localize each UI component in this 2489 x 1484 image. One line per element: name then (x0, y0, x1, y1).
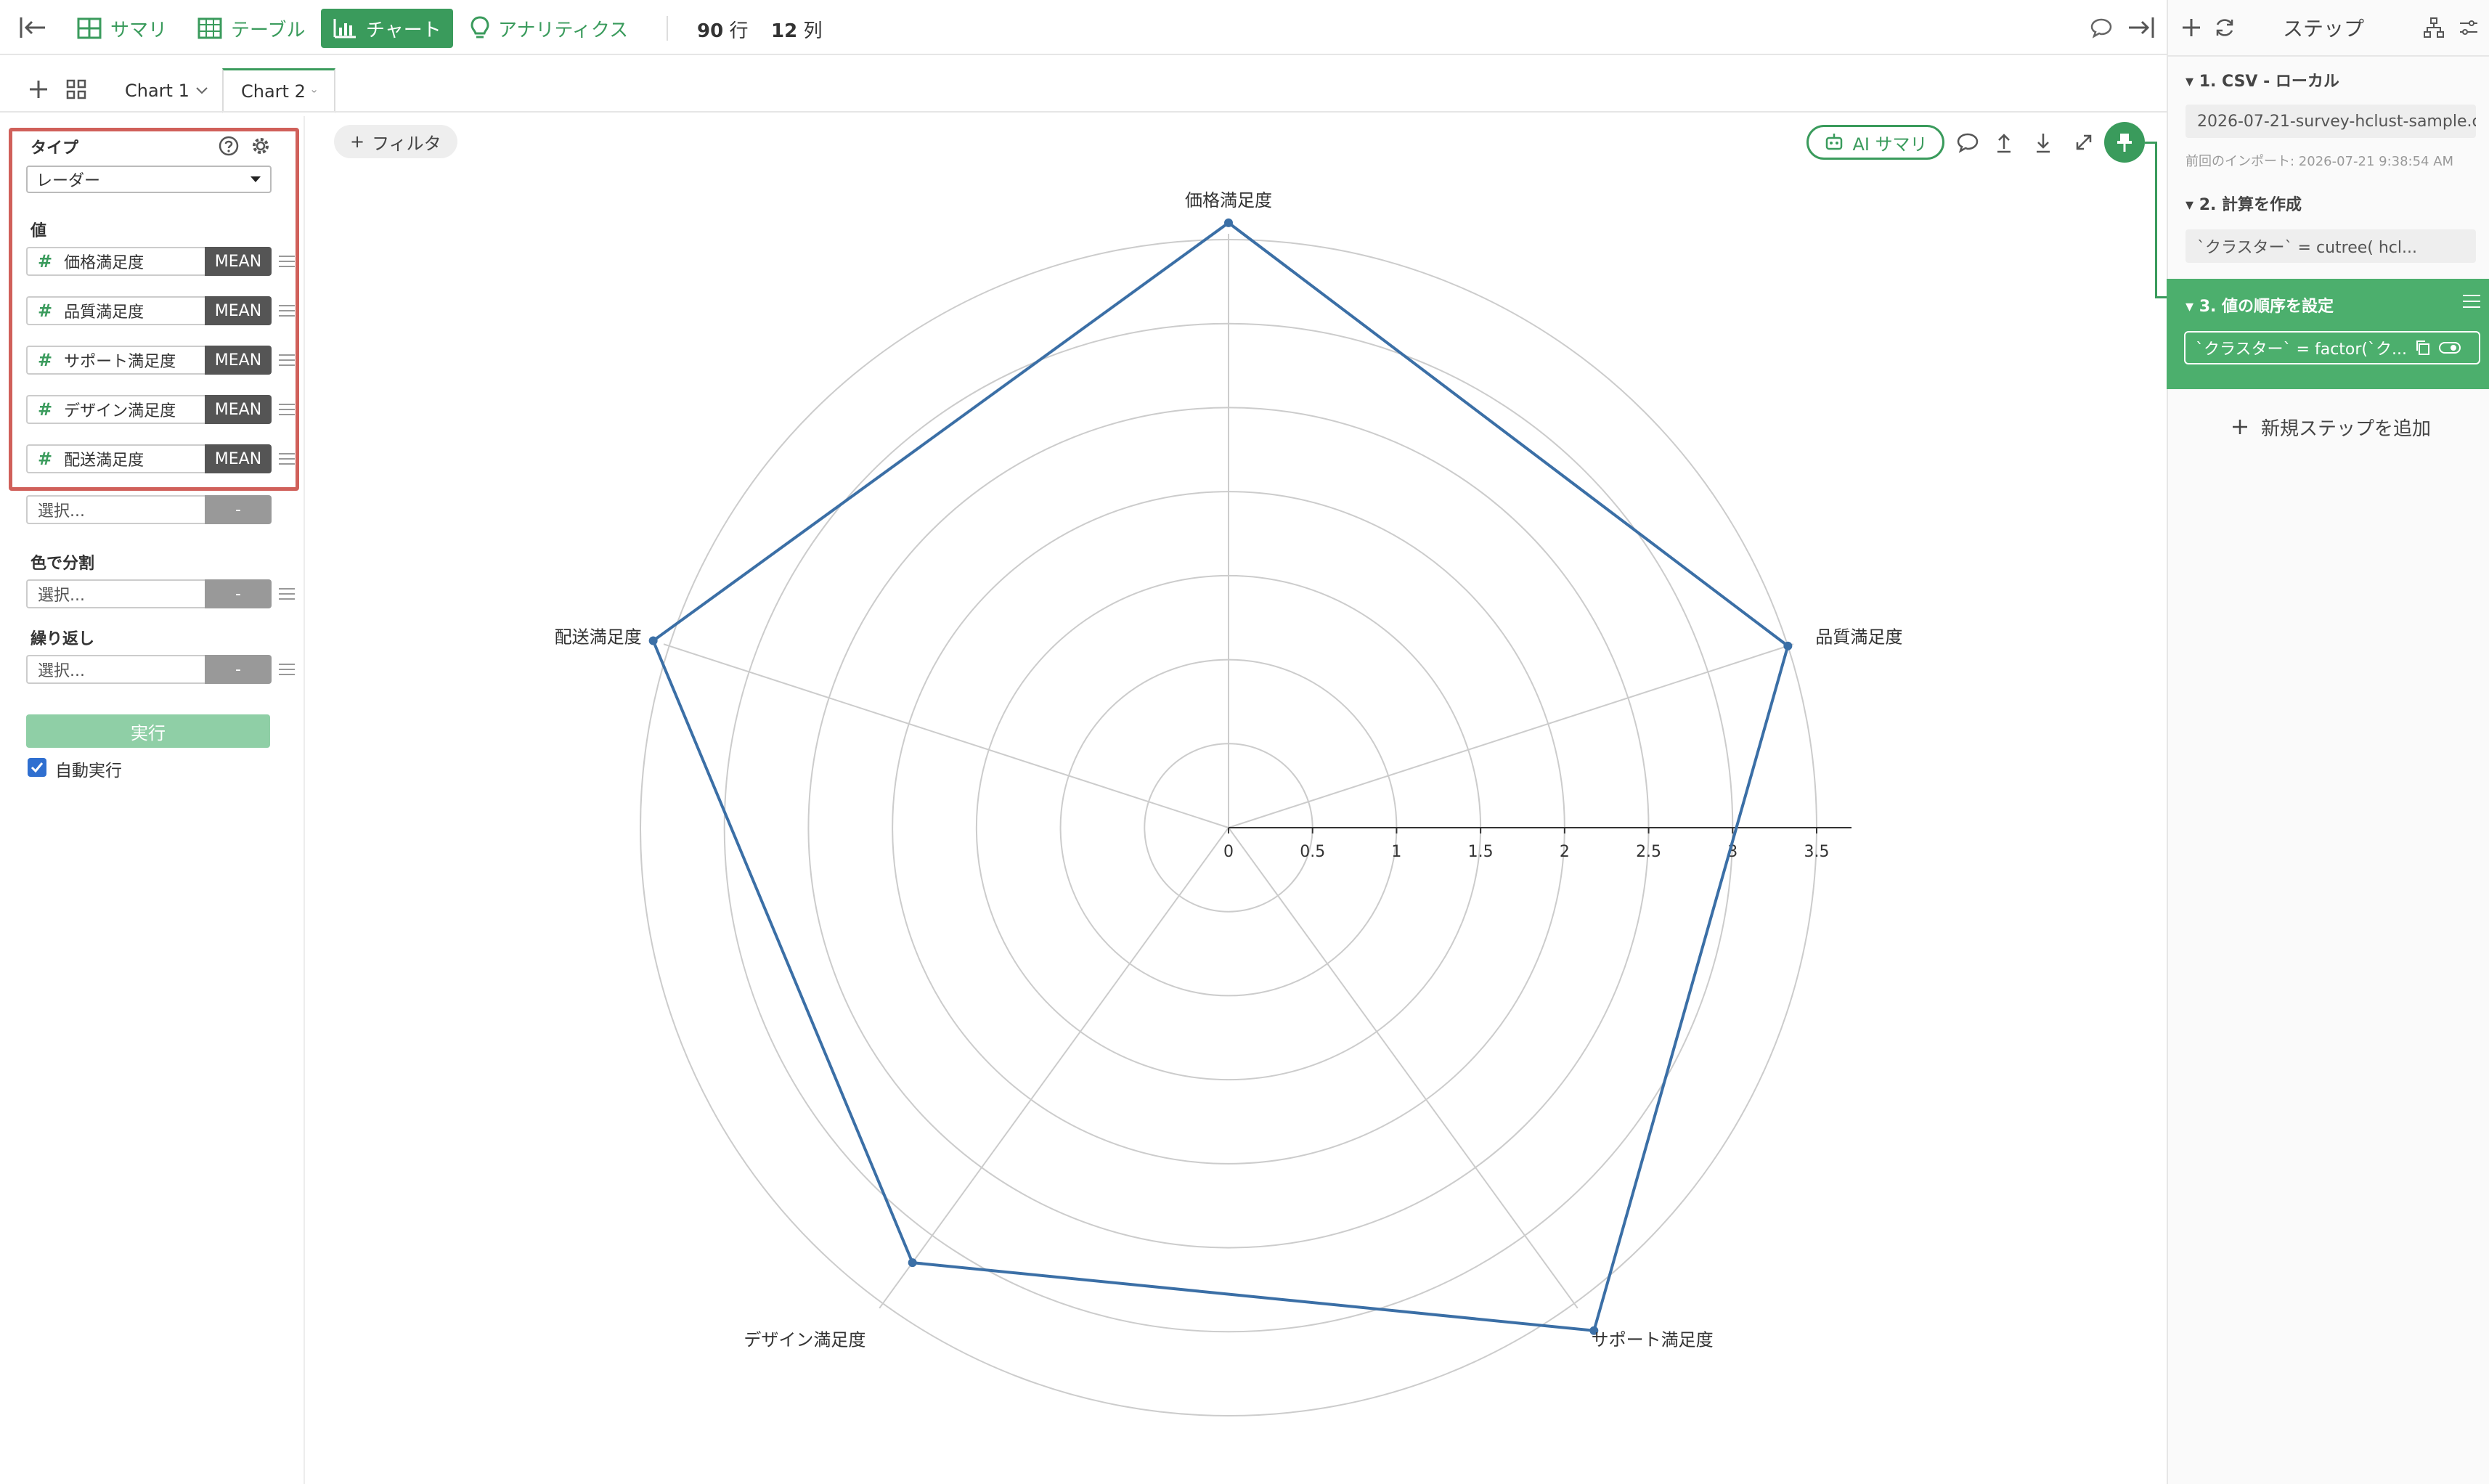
step-menu-icon[interactable] (2463, 295, 2480, 308)
radial-tick-label: 1 (1391, 843, 1401, 861)
toggle-icon[interactable] (2438, 340, 2461, 356)
axis-spoke (879, 827, 1229, 1309)
add-step-label: 新規ステップを追加 (2261, 417, 2432, 440)
add-step-button[interactable]: 新規ステップを追加 (2231, 412, 2431, 441)
add-step-icon[interactable] (2180, 16, 2203, 39)
step-1-import-note: 前回のインポート: 2026-07-21 9:38:54 AM (2185, 154, 2454, 169)
step-1-source[interactable]: 2026-07-21-survey-hclust-sample.c... (2185, 105, 2476, 138)
radar-chart: 0 0.5 1 1.5 2 2.5 3 3.5価格満足度品質満足度サポート満足度デザイン満足度… (555, 190, 1902, 1416)
step-3-formula-text: `クラスター` = factor(`ク... (2196, 341, 2407, 359)
axis-spoke (1228, 643, 1794, 828)
axis-label: 価格満足度 (1185, 190, 1272, 211)
radar-point (648, 636, 658, 645)
steps-header-divider (2167, 55, 2489, 57)
radial-tick-label: 0.5 (1300, 843, 1325, 861)
axis-spoke (663, 643, 1229, 828)
axis-label: 配送満足度 (555, 627, 642, 647)
radial-tick-label: 2 (1560, 843, 1570, 861)
step-3-formula[interactable]: `クラスター` = factor(`ク... (2184, 331, 2480, 364)
step-2-title[interactable]: ▾ 2. 計算を作成 (2185, 192, 2302, 215)
radar-point (908, 1258, 917, 1268)
radial-tick-label: 3.5 (1804, 843, 1830, 861)
hierarchy-icon[interactable] (2422, 16, 2445, 39)
step-3-title[interactable]: ▾ 3. 値の順序を設定 (2185, 293, 2334, 317)
radial-tick-label: 0 (1223, 843, 1234, 861)
step-1-title[interactable]: ▾ 1. CSV - ローカル (2185, 68, 2339, 91)
radar-series-line (651, 221, 1790, 1332)
axis-label: サポート満足度 (1592, 1330, 1714, 1350)
axis-spoke (1228, 827, 1578, 1309)
settings-sliders-icon[interactable] (2457, 16, 2480, 39)
axis-label: 品質満足度 (1815, 627, 1902, 647)
radial-tick-label: 1.5 (1468, 843, 1494, 861)
copy-icon[interactable] (2413, 338, 2432, 357)
axis-label: デザイン満足度 (744, 1330, 865, 1350)
step-2-formula[interactable]: `クラスター` = cutree( hcl... (2185, 229, 2476, 263)
radial-tick-label: 2.5 (1636, 843, 1661, 861)
radar-point (1224, 218, 1233, 227)
refresh-icon[interactable] (2213, 16, 2236, 39)
radar-point (1783, 641, 1793, 651)
plus-icon (2233, 420, 2247, 434)
steps-panel (2167, 0, 2489, 1484)
steps-header: ステップ (2283, 17, 2365, 41)
